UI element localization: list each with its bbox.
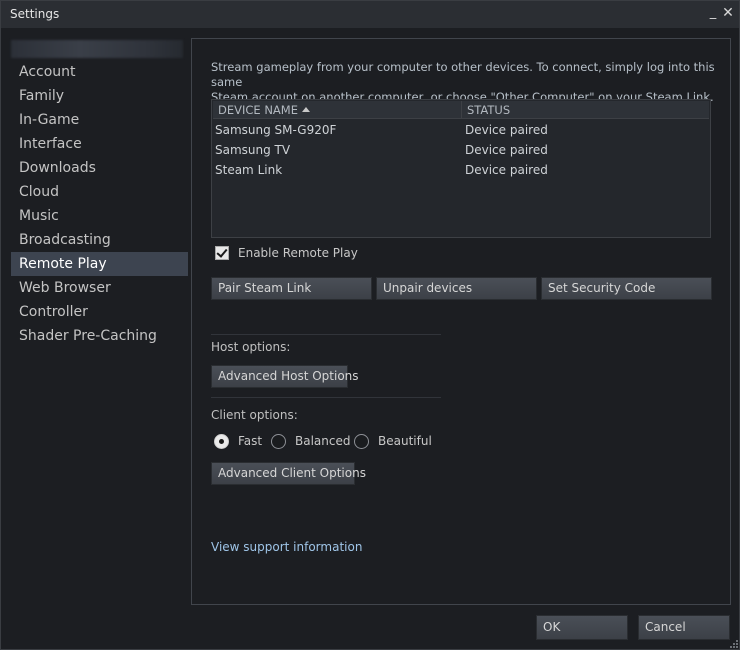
table-header: DEVICE NAME STATUS xyxy=(213,101,709,119)
title-bar[interactable]: Settings _ ✕ xyxy=(1,1,739,28)
radio-button-fast[interactable] xyxy=(214,434,229,449)
sidebar-item-broadcasting[interactable]: Broadcasting xyxy=(11,228,188,252)
sidebar-item-web-browser[interactable]: Web Browser xyxy=(11,276,188,300)
sidebar-item-cloud[interactable]: Cloud xyxy=(11,180,188,204)
device-name: Steam Link xyxy=(215,163,283,177)
window-title: Settings xyxy=(10,7,60,21)
advanced-client-options-button[interactable]: Advanced Client Options xyxy=(211,462,366,485)
column-header-status[interactable]: STATUS xyxy=(462,101,709,119)
set-security-code-button[interactable]: Set Security Code xyxy=(541,277,712,300)
radio-button-balanced[interactable] xyxy=(271,434,286,449)
checkmark-icon xyxy=(216,246,228,258)
radio-button-beautiful[interactable] xyxy=(354,434,369,449)
blurred-account-name xyxy=(11,40,183,58)
device-name: Samsung SM-G920F xyxy=(215,123,337,137)
description-line-1: Stream gameplay from your computer to ot… xyxy=(211,60,715,89)
radio-label-fast: Fast xyxy=(238,434,263,448)
sidebar-item-music[interactable]: Music xyxy=(11,204,188,228)
device-status: Device paired xyxy=(465,123,548,137)
table-row[interactable]: Samsung SM-G920F Device paired xyxy=(213,120,709,140)
section-divider xyxy=(211,397,441,398)
host-options-label: Host options: xyxy=(211,340,291,354)
table-row[interactable]: Samsung TV Device paired xyxy=(213,140,709,160)
sort-ascending-icon xyxy=(302,107,310,112)
column-header-label: DEVICE NAME xyxy=(218,103,298,117)
sidebar-item-account[interactable]: Account xyxy=(11,60,188,84)
advanced-host-options-button[interactable]: Advanced Host Options xyxy=(211,365,359,388)
sidebar-item-shader-pre-caching[interactable]: Shader Pre-Caching xyxy=(11,324,188,348)
pair-steam-link-button[interactable]: Pair Steam Link xyxy=(211,277,372,300)
device-table[interactable]: DEVICE NAME STATUS Samsung SM-G920F Devi… xyxy=(211,99,711,238)
sidebar-item-in-game[interactable]: In-Game xyxy=(11,108,188,132)
settings-sidebar: Account Family In-Game Interface Downloa… xyxy=(11,38,189,368)
cancel-button[interactable]: Cancel xyxy=(638,615,730,640)
sidebar-item-controller[interactable]: Controller xyxy=(11,300,188,324)
column-header-device-name[interactable]: DEVICE NAME xyxy=(213,101,462,119)
enable-remote-play-checkbox[interactable] xyxy=(215,246,229,260)
device-status: Device paired xyxy=(465,163,548,177)
unpair-devices-button[interactable]: Unpair devices xyxy=(376,277,537,300)
sidebar-item-downloads[interactable]: Downloads xyxy=(11,156,188,180)
settings-window: Settings _ ✕ Account Family In-Game Inte… xyxy=(0,0,740,650)
sidebar-item-interface[interactable]: Interface xyxy=(11,132,188,156)
close-icon[interactable]: ✕ xyxy=(721,5,735,21)
enable-remote-play-label: Enable Remote Play xyxy=(238,246,358,260)
sidebar-item-remote-play[interactable]: Remote Play xyxy=(11,252,188,276)
sidebar-item-family[interactable]: Family xyxy=(11,84,188,108)
client-options-label: Client options: xyxy=(211,408,298,422)
radio-label-beautiful: Beautiful xyxy=(378,434,432,448)
device-name: Samsung TV xyxy=(215,143,291,157)
ok-button[interactable]: OK xyxy=(536,615,628,640)
table-row[interactable]: Steam Link Device paired xyxy=(213,160,709,180)
radio-label-balanced: Balanced xyxy=(295,434,351,448)
view-support-information-link[interactable]: View support information xyxy=(211,540,362,554)
remote-play-panel: Stream gameplay from your computer to ot… xyxy=(191,38,731,605)
radio-selected-dot xyxy=(219,439,224,444)
resize-grip-icon[interactable] xyxy=(729,639,739,649)
device-status: Device paired xyxy=(465,143,548,157)
section-divider xyxy=(211,334,441,335)
minimize-icon[interactable]: _ xyxy=(706,5,720,21)
